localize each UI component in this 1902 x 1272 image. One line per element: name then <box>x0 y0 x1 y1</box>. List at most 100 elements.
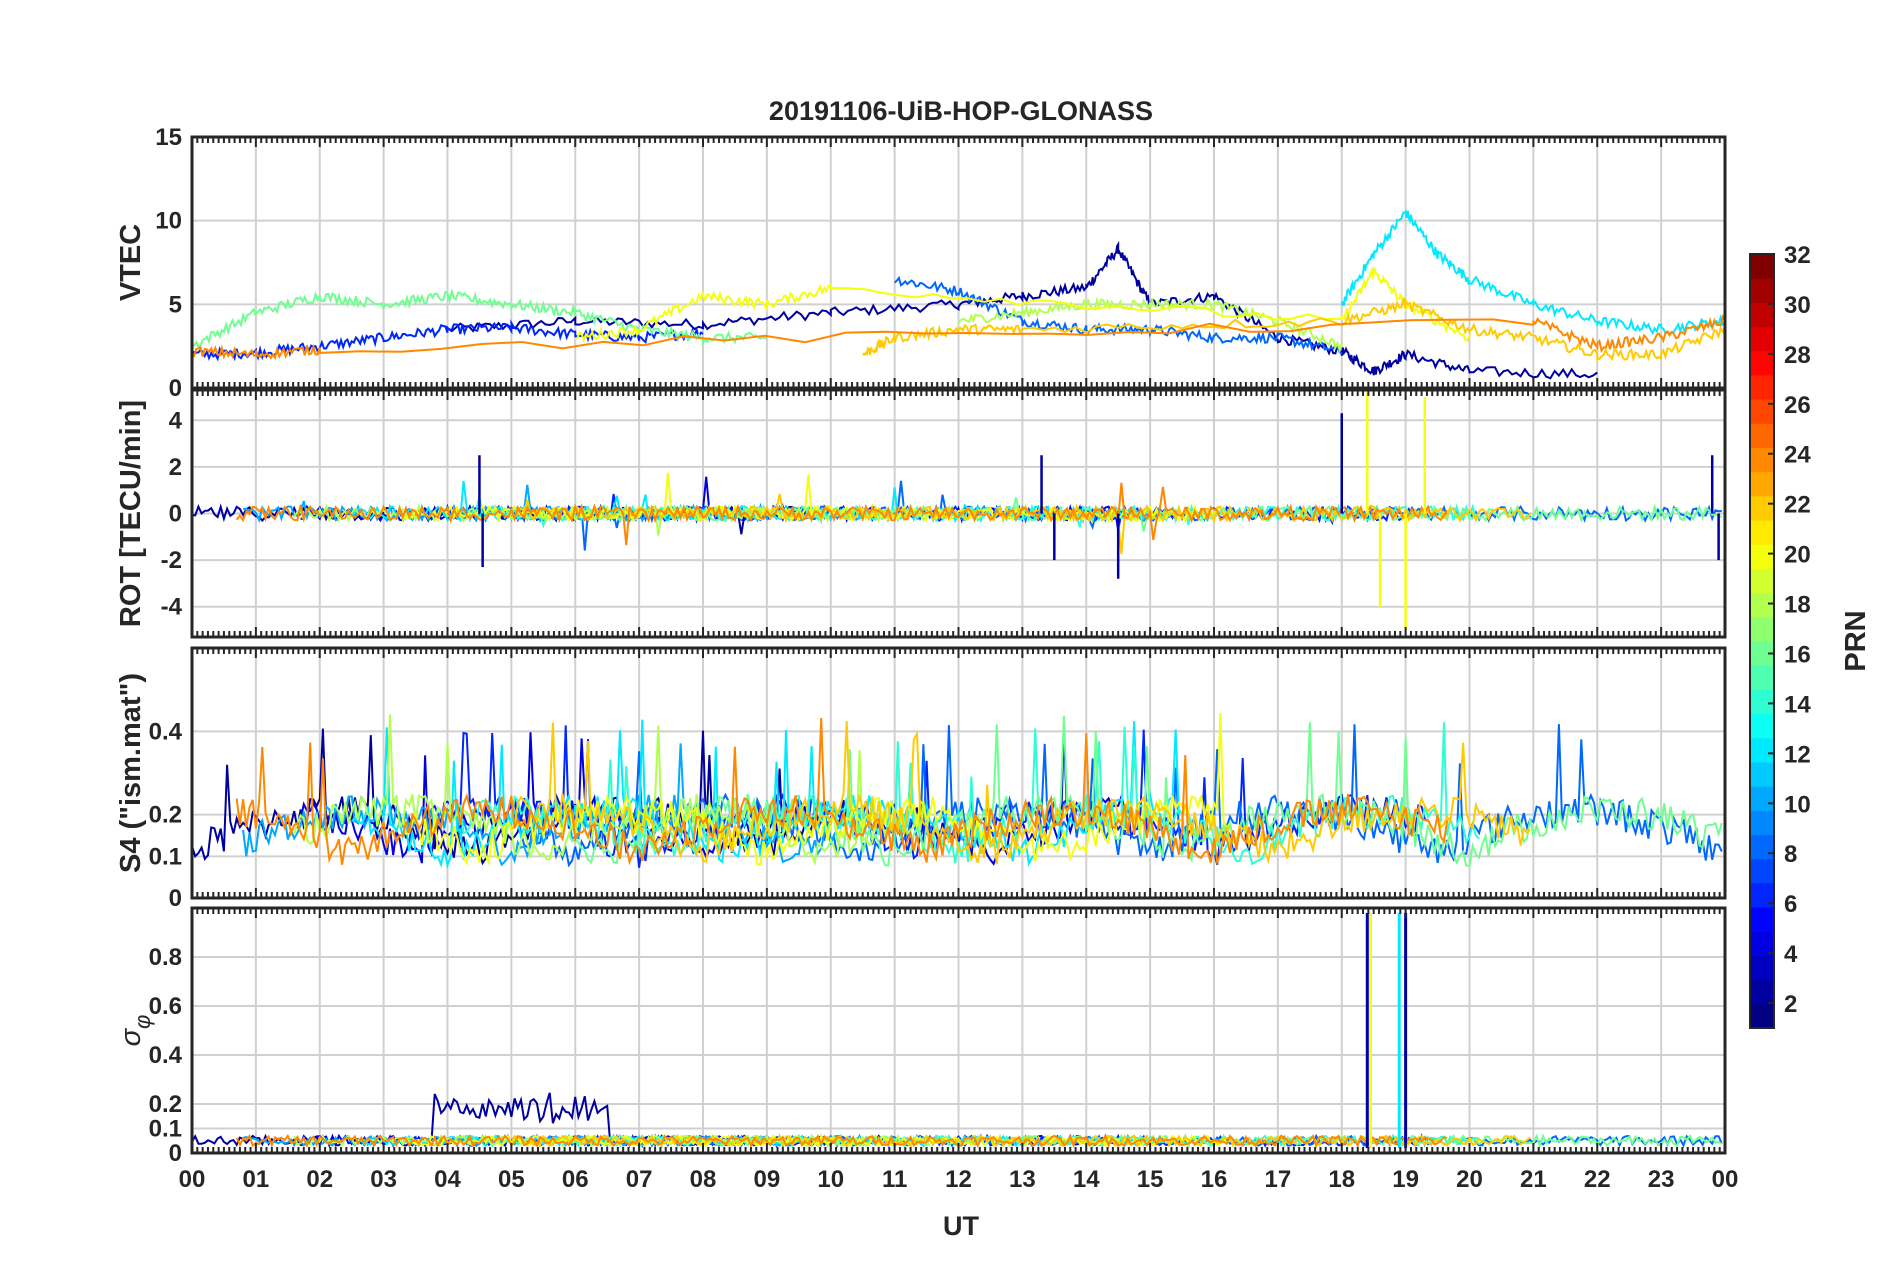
x-tick-label: 14 <box>1073 1166 1100 1193</box>
y-tick-label: 4 <box>169 407 183 434</box>
colorbar-segment <box>1750 810 1774 835</box>
colorbar-segment <box>1750 568 1774 594</box>
series-line-prn-24 <box>235 717 1449 866</box>
colorbar-segment <box>1750 979 1774 1005</box>
x-tick-label: 16 <box>1201 1166 1228 1193</box>
colorbar-segment <box>1750 495 1774 521</box>
colorbar-tick-label: 14 <box>1784 691 1811 718</box>
colorbar-tick-label: 20 <box>1784 542 1811 569</box>
x-tick-label: 06 <box>562 1166 589 1193</box>
figure: 20191106-UiB-HOP-GLONASS 051015VTEC-4-20… <box>115 96 1872 1241</box>
y-axis-label: S4 ("ism.mat") <box>115 673 147 873</box>
panel-vtec: 0 5 10 15 VTEC <box>115 124 1727 402</box>
colorbar-segment <box>1750 254 1774 279</box>
x-tick-label: 00 <box>1712 1166 1739 1193</box>
x-tick-label: 15 <box>1137 1166 1164 1193</box>
x-tick-label: 17 <box>1265 1166 1292 1193</box>
y-axis-label: VTEC <box>115 224 147 301</box>
y-tick-label: 0.1 <box>149 1116 182 1143</box>
y-tick-label: -4 <box>161 594 183 621</box>
colorbar-segment <box>1750 834 1774 860</box>
colorbar-tick-label: 26 <box>1784 392 1811 419</box>
panel-rot: -4 -2 0 2 4 ROT [TECU/min] <box>115 388 1727 639</box>
colorbar-segment <box>1750 786 1774 811</box>
y-tick-label: 0.1 <box>149 843 182 870</box>
colorbar-segment <box>1750 665 1774 690</box>
x-tick-label: 00 <box>179 1166 206 1193</box>
colorbar-tick-label: 6 <box>1784 891 1797 918</box>
colorbar: 2468101214161820222426283032PRN <box>1749 242 1872 1029</box>
colorbar-tick-label: 16 <box>1784 641 1811 668</box>
y-tick-label: 0.2 <box>149 1091 182 1118</box>
y-tick-label: 0.4 <box>149 718 183 745</box>
colorbar-segment <box>1750 374 1774 400</box>
colorbar-segment <box>1750 713 1774 739</box>
x-tick-label: 18 <box>1328 1166 1355 1193</box>
colorbar-tick-label: 24 <box>1784 442 1811 469</box>
colorbar-tick-label: 32 <box>1784 242 1811 269</box>
x-axis-label: UT <box>943 1211 979 1241</box>
y-tick-label: -2 <box>161 547 182 574</box>
x-tick-label: 02 <box>306 1166 333 1193</box>
y-tick-label: 5 <box>169 291 182 318</box>
colorbar-tick-label: 10 <box>1784 791 1811 818</box>
colorbar-segment <box>1750 520 1774 545</box>
y-tick-label: 0 <box>169 885 182 912</box>
colorbar-segment <box>1750 907 1774 932</box>
series-group <box>192 713 1723 870</box>
x-tick-label: 10 <box>817 1166 844 1193</box>
x-tick-label: 23 <box>1648 1166 1675 1193</box>
x-tick-label: 21 <box>1520 1166 1547 1193</box>
colorbar-segment <box>1750 737 1774 763</box>
colorbar-segment <box>1750 544 1774 569</box>
colorbar-segment <box>1750 423 1774 448</box>
colorbar-segment <box>1750 471 1774 497</box>
x-tick-label: 07 <box>626 1166 653 1193</box>
x-tick-label: 12 <box>945 1166 972 1193</box>
colorbar-tick-label: 2 <box>1784 991 1797 1018</box>
colorbar-segment <box>1750 1003 1774 1029</box>
y-tick-label: 0 <box>169 1140 182 1167</box>
y-tick-label: 0 <box>169 501 182 528</box>
series-group <box>192 912 1723 1149</box>
colorbar-tick-label: 28 <box>1784 342 1811 369</box>
panel-sigma_phi: 00.10.20.40.60.8σφ00 01 02 03 04 05 06 07 08 09 10… <box>115 906 1739 1193</box>
colorbar-tick-label: 8 <box>1784 841 1797 868</box>
series-line-prn-22 <box>510 493 1532 555</box>
x-tick-label: 03 <box>370 1166 397 1193</box>
series-group <box>192 392 1723 631</box>
colorbar-tick-label: 18 <box>1784 592 1811 619</box>
series-line-prn-16 <box>192 288 768 349</box>
x-tick-label: 20 <box>1456 1166 1483 1193</box>
y-tick-label: 10 <box>155 208 182 235</box>
x-tick-label: 01 <box>243 1166 270 1193</box>
x-tick-label: 05 <box>498 1166 525 1193</box>
y-tick-label: 0.8 <box>149 944 182 971</box>
panels: 051015VTEC-4-2024ROT [TECU/min]00.10.20.… <box>115 124 1738 1193</box>
colorbar-label: PRN <box>1840 610 1872 671</box>
x-tick-label: 04 <box>434 1166 461 1193</box>
x-tick-label: 19 <box>1392 1166 1419 1193</box>
y-tick-label: 15 <box>155 124 182 151</box>
colorbar-segment <box>1750 326 1774 352</box>
colorbar-tick-label: 12 <box>1784 741 1811 768</box>
colorbar-tick-label: 30 <box>1784 292 1811 319</box>
y-tick-label: 2 <box>169 454 182 481</box>
colorbar-segment <box>1750 616 1774 642</box>
colorbar-segment <box>1750 592 1774 618</box>
colorbar-segment <box>1750 955 1774 981</box>
x-tick-label: 08 <box>690 1166 717 1193</box>
x-tick-label: 09 <box>754 1166 781 1193</box>
x-tick-label: 22 <box>1584 1166 1611 1193</box>
series-line-prn-8 <box>893 275 1343 355</box>
y-tick-label: 0 <box>169 375 182 402</box>
x-tick-label: 11 <box>882 1166 907 1193</box>
y-axis-label: ROT [TECU/min] <box>115 400 147 627</box>
figure-title: 20191106-UiB-HOP-GLONASS <box>769 96 1153 126</box>
colorbar-segment <box>1750 858 1774 884</box>
colorbar-segment <box>1750 278 1774 303</box>
y-tick-label: 0.4 <box>149 1042 183 1069</box>
colorbar-segment <box>1750 302 1774 328</box>
series-line-prn-14 <box>459 722 1480 866</box>
colorbar-segment <box>1750 761 1774 787</box>
